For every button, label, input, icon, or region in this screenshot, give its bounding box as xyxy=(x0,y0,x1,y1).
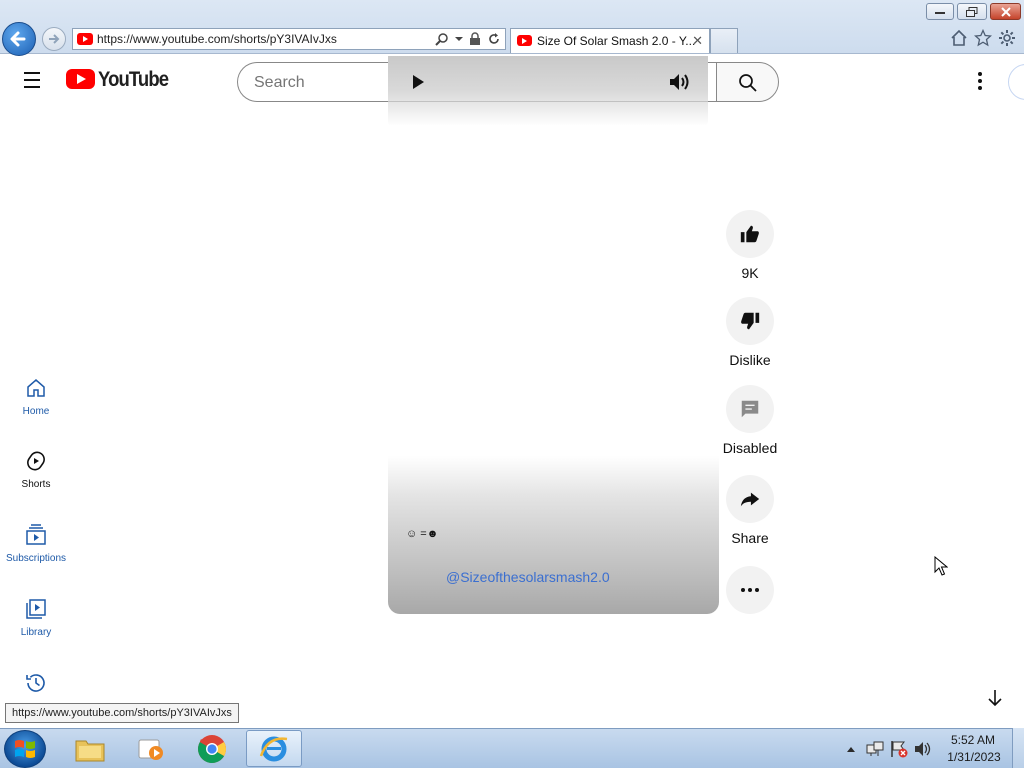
network-icon[interactable] xyxy=(866,741,884,757)
short-channel-link[interactable]: @Sizeofthesolarsmash2.0 xyxy=(446,569,610,585)
share-button[interactable]: Share xyxy=(718,475,782,546)
short-player-overlay xyxy=(388,56,708,126)
sidebar-item-label: Shorts xyxy=(21,479,51,490)
dislike-button[interactable]: Dislike xyxy=(718,297,782,368)
refresh-icon[interactable] xyxy=(487,32,501,46)
settings-gear-icon[interactable] xyxy=(998,29,1016,47)
minimize-button[interactable] xyxy=(926,3,954,20)
search-icon xyxy=(739,74,757,92)
shorts-icon xyxy=(27,451,45,471)
more-actions-button[interactable] xyxy=(718,566,782,614)
sidebar-item-home[interactable]: Home xyxy=(0,376,72,417)
search-button[interactable] xyxy=(716,62,779,102)
volume-icon[interactable] xyxy=(668,72,692,92)
dislike-label: Dislike xyxy=(729,352,771,368)
sidebar-item-library[interactable]: Library xyxy=(0,597,72,638)
tab-youtube-short[interactable]: Size Of Solar Smash 2.0 - Y... ✕ xyxy=(510,28,710,53)
sidebar-item-label: Library xyxy=(20,627,52,638)
short-caption: ☺ =☻ xyxy=(406,528,439,540)
like-button[interactable]: 9K xyxy=(718,210,782,281)
taskbar-explorer[interactable] xyxy=(62,730,118,767)
search-dropdown-icon[interactable] xyxy=(435,32,449,46)
clock-time[interactable]: 5:52 AM xyxy=(950,733,996,747)
sidebar-item-label: Subscriptions xyxy=(5,553,67,564)
action-center-flag-icon[interactable] xyxy=(890,740,908,758)
close-window-button[interactable] xyxy=(990,3,1021,20)
start-button[interactable] xyxy=(4,730,46,768)
more-options-icon[interactable] xyxy=(976,72,984,92)
taskbar xyxy=(0,728,1024,768)
history-icon xyxy=(26,674,45,692)
lock-icon[interactable] xyxy=(469,32,481,46)
home-page-icon[interactable] xyxy=(950,29,968,47)
clock-date[interactable]: 1/31/2023 xyxy=(946,750,1002,764)
subscriptions-icon xyxy=(26,524,46,545)
chevron-down-icon[interactable] xyxy=(455,35,463,43)
youtube-logo[interactable]: YouTube xyxy=(66,66,169,98)
share-icon xyxy=(740,492,760,507)
show-desktop-button[interactable] xyxy=(1012,728,1024,768)
show-hidden-icons-icon[interactable] xyxy=(846,745,856,753)
thumbs-up-icon xyxy=(740,225,759,243)
search-input[interactable] xyxy=(254,74,374,92)
taskbar-chrome[interactable] xyxy=(184,730,240,767)
back-button[interactable] xyxy=(2,22,36,56)
home-icon xyxy=(27,379,45,397)
windows-logo-icon xyxy=(15,740,35,758)
ellipsis-icon xyxy=(741,588,759,592)
restore-button[interactable] xyxy=(957,3,987,20)
forward-button[interactable] xyxy=(42,27,66,51)
sidebar-item-history[interactable] xyxy=(0,671,72,701)
chrome-icon xyxy=(198,734,226,763)
youtube-play-logo-icon xyxy=(66,69,95,89)
media-player-icon xyxy=(138,739,163,760)
tab-close-icon[interactable]: ✕ xyxy=(692,33,703,49)
sidebar-item-label: Home xyxy=(22,406,50,417)
mouse-cursor-icon xyxy=(934,556,948,576)
new-tab-button[interactable] xyxy=(710,28,738,53)
address-bar[interactable]: https://www.youtube.com/shorts/pY3IVAIvJ… xyxy=(72,28,506,50)
tab-title: Size Of Solar Smash 2.0 - Y... xyxy=(537,34,696,48)
favorites-star-icon[interactable] xyxy=(974,29,992,47)
like-count: 9K xyxy=(741,265,759,281)
sidebar-item-shorts[interactable]: Shorts xyxy=(0,449,72,490)
hamburger-menu-icon[interactable] xyxy=(24,72,44,90)
sidebar-item-subscriptions[interactable]: Subscriptions xyxy=(0,523,72,564)
play-icon[interactable] xyxy=(410,74,426,90)
youtube-favicon-icon xyxy=(517,35,532,46)
share-label: Share xyxy=(731,530,769,546)
taskbar-internet-explorer[interactable] xyxy=(246,730,302,767)
taskbar-media-player[interactable] xyxy=(122,730,178,767)
address-url[interactable]: https://www.youtube.com/shorts/pY3IVAIvJ… xyxy=(97,32,337,46)
internet-explorer-icon xyxy=(259,736,288,761)
volume-tray-icon[interactable] xyxy=(914,741,932,757)
browser-chrome: https://www.youtube.com/shorts/pY3IVAIvJ… xyxy=(0,0,1024,56)
youtube-logo-text: YouTube xyxy=(98,68,169,91)
library-icon xyxy=(26,599,46,619)
folder-icon xyxy=(75,740,105,761)
status-bar-url: https://www.youtube.com/shorts/pY3IVAIvJ… xyxy=(5,703,239,723)
comment-icon xyxy=(741,400,759,418)
comments-button[interactable]: Disabled xyxy=(718,385,782,456)
arrow-down-icon[interactable] xyxy=(986,688,1004,708)
comments-disabled-label: Disabled xyxy=(722,440,778,456)
sign-in-button[interactable] xyxy=(1008,64,1024,100)
thumbs-down-icon xyxy=(741,312,760,330)
youtube-favicon-icon xyxy=(77,33,93,45)
